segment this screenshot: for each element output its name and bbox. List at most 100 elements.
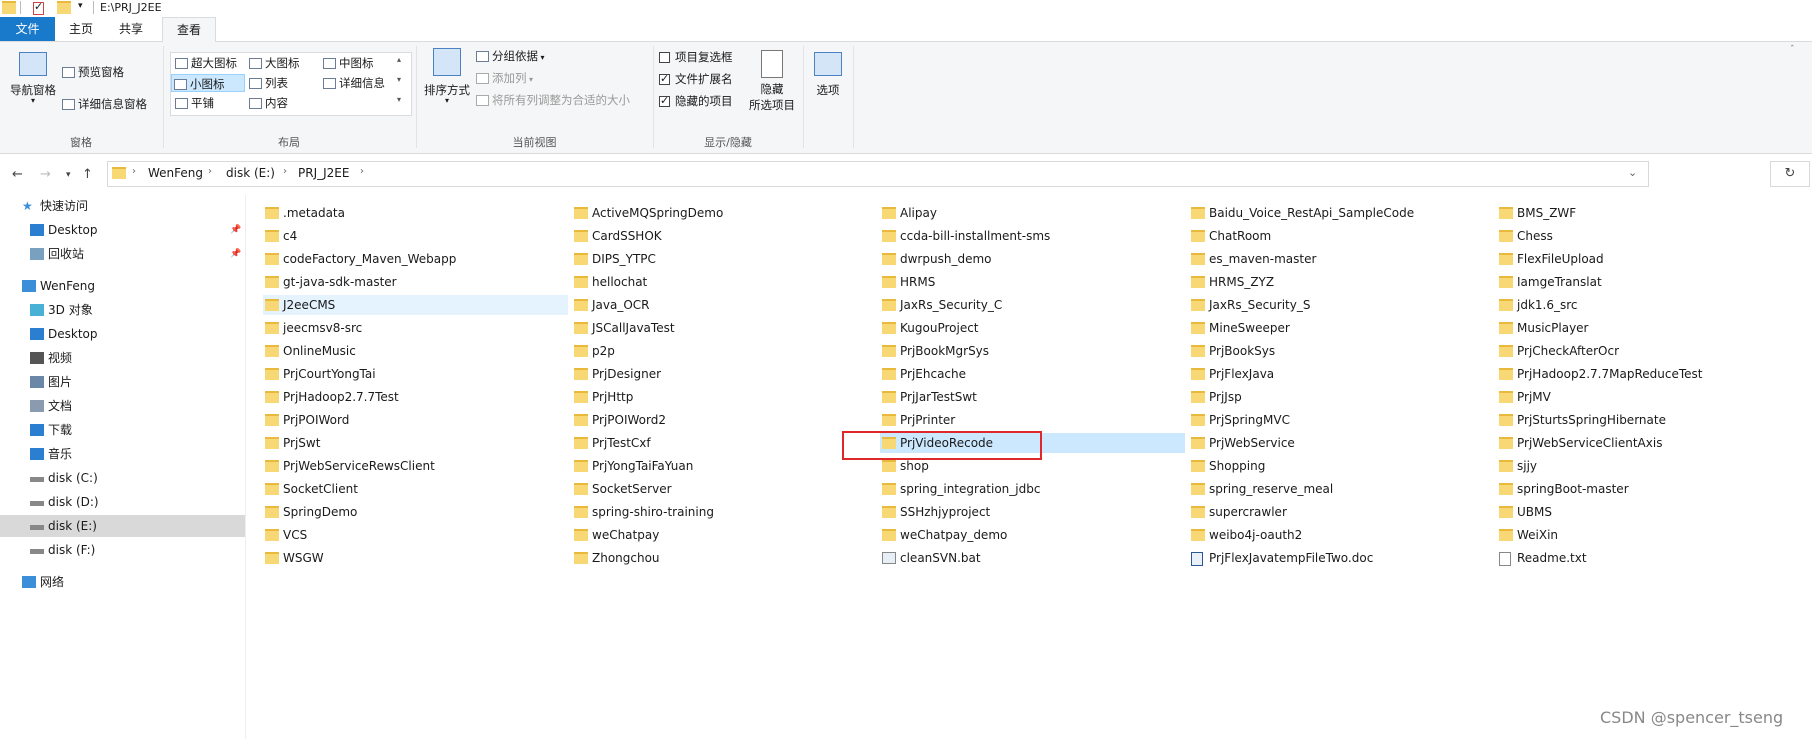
expand-gallery-icon[interactable]: ▾: [397, 95, 401, 104]
tab-home[interactable]: 主页: [58, 17, 104, 41]
file-item[interactable]: Alipay: [880, 203, 1185, 223]
scroll-down-icon[interactable]: ▾: [397, 75, 401, 84]
group-by-button[interactable]: 分组依据 ▾: [476, 48, 545, 64]
file-item[interactable]: SocketClient: [263, 479, 568, 499]
file-item[interactable]: supercrawler: [1189, 502, 1494, 522]
layout-list[interactable]: 列表: [247, 74, 288, 92]
layout-medium-icons[interactable]: 中图标: [321, 54, 374, 72]
file-item[interactable]: IamgeTranslat: [1497, 272, 1802, 292]
file-item[interactable]: DIPS_YTPC: [572, 249, 877, 269]
tab-share[interactable]: 共享: [108, 17, 154, 41]
file-item[interactable]: sjjy: [1497, 456, 1802, 476]
file-item[interactable]: es_maven-master: [1189, 249, 1494, 269]
sidebar-item[interactable]: 图片: [0, 371, 245, 393]
details-pane-button[interactable]: 详细信息窗格: [62, 96, 147, 112]
file-item[interactable]: weibo4j-oauth2: [1189, 525, 1494, 545]
file-item[interactable]: PrjHadoop2.7.7Test: [263, 387, 568, 407]
sidebar-item[interactable]: 音乐: [0, 443, 245, 465]
sidebar-item[interactable]: 网络: [0, 571, 245, 593]
file-item[interactable]: ActiveMQSpringDemo: [572, 203, 877, 223]
file-item[interactable]: PrjJsp: [1189, 387, 1494, 407]
file-item[interactable]: PrjFlexJava: [1189, 364, 1494, 384]
chevron-right-icon[interactable]: ›: [132, 166, 136, 177]
hidden-items-toggle[interactable]: 隐藏的项目: [659, 93, 733, 109]
back-arrow-icon[interactable]: ←: [12, 167, 23, 182]
file-item[interactable]: Zhongchou: [572, 548, 877, 568]
file-item[interactable]: KugouProject: [880, 318, 1185, 338]
file-item[interactable]: ChatRoom: [1189, 226, 1494, 246]
file-item[interactable]: ccda-bill-installment-sms: [880, 226, 1185, 246]
sidebar-item[interactable]: 回收站 📌: [0, 243, 245, 265]
layout-details[interactable]: 详细信息: [321, 74, 385, 92]
address-dropdown-icon[interactable]: ⌄: [1628, 166, 1637, 179]
file-item[interactable]: spring_integration_jdbc: [880, 479, 1185, 499]
address-bar[interactable]: › WenFeng › disk (E:) › PRJ_J2EE › ⌄: [107, 161, 1649, 187]
file-item[interactable]: PrjHadoop2.7.7MapReduceTest: [1497, 364, 1802, 384]
file-item[interactable]: SocketServer: [572, 479, 877, 499]
sidebar-item[interactable]: 视频: [0, 347, 245, 369]
file-item[interactable]: UBMS: [1497, 502, 1802, 522]
file-extensions-toggle[interactable]: 文件扩展名: [659, 71, 733, 87]
file-item[interactable]: Chess: [1497, 226, 1802, 246]
file-item[interactable]: PrjYongTaiFaYuan: [572, 456, 877, 476]
file-item[interactable]: WeiXin: [1497, 525, 1802, 545]
file-item[interactable]: JSCallJavaTest: [572, 318, 877, 338]
item-checkboxes-toggle[interactable]: 项目复选框: [659, 49, 733, 65]
file-item[interactable]: Readme.txt: [1497, 548, 1802, 568]
file-item[interactable]: SSHzhjyproject: [880, 502, 1185, 522]
file-item[interactable]: springBoot-master: [1497, 479, 1802, 499]
customize-toolbar-icon[interactable]: ▾: [78, 1, 83, 14]
scroll-up-icon[interactable]: ▴: [397, 55, 401, 64]
file-item[interactable]: JaxRs_Security_S: [1189, 295, 1494, 315]
sidebar-item[interactable]: ★ 快速访问: [0, 195, 245, 217]
hide-selected-button[interactable]: 隐藏 所选项目: [744, 50, 800, 113]
file-item[interactable]: PrjHttp: [572, 387, 877, 407]
file-item[interactable]: PrjWebServiceClientAxis: [1497, 433, 1802, 453]
file-item[interactable]: weChatpay: [572, 525, 877, 545]
file-item[interactable]: gt-java-sdk-master: [263, 272, 568, 292]
layout-small-icons[interactable]: 小图标: [171, 74, 245, 92]
layout-large-icons[interactable]: 大图标: [247, 54, 300, 72]
file-item[interactable]: CardSSHOK: [572, 226, 877, 246]
sidebar-item[interactable]: disk (D:): [0, 491, 245, 513]
file-item[interactable]: codeFactory_Maven_Webapp: [263, 249, 568, 269]
file-item[interactable]: SpringDemo: [263, 502, 568, 522]
file-item[interactable]: HRMS: [880, 272, 1185, 292]
file-item[interactable]: PrjSturtsSpringHibernate: [1497, 410, 1802, 430]
file-item[interactable]: weChatpay_demo: [880, 525, 1185, 545]
layout-extra-large-icons[interactable]: 超大图标: [173, 54, 237, 72]
pin-icon[interactable]: 📌: [230, 243, 241, 265]
file-item[interactable]: PrjPOIWord: [263, 410, 568, 430]
file-item[interactable]: BMS_ZWF: [1497, 203, 1802, 223]
layout-tiles[interactable]: 平铺: [173, 94, 214, 112]
file-item[interactable]: PrjPOIWord2: [572, 410, 877, 430]
sidebar-item[interactable]: 下载: [0, 419, 245, 441]
file-item[interactable]: PrjBookSys: [1189, 341, 1494, 361]
item-checkboxes-checkbox[interactable]: [659, 52, 670, 63]
file-item[interactable]: spring-shiro-training: [572, 502, 877, 522]
file-item[interactable]: Java_OCR: [572, 295, 877, 315]
breadcrumb-prj-j2ee[interactable]: PRJ_J2EE: [298, 166, 349, 180]
sidebar-item[interactable]: 3D 对象: [0, 299, 245, 321]
file-item[interactable]: HRMS_ZYZ: [1189, 272, 1494, 292]
file-item[interactable]: jeecmsv8-src: [263, 318, 568, 338]
breadcrumb-disk-e[interactable]: disk (E:): [226, 166, 275, 180]
properties-icon[interactable]: [33, 0, 44, 15]
sidebar-item[interactable]: Desktop 📌: [0, 219, 245, 241]
file-item[interactable]: MusicPlayer: [1497, 318, 1802, 338]
file-item[interactable]: FlexFileUpload: [1497, 249, 1802, 269]
refresh-button[interactable]: ↻: [1770, 161, 1810, 187]
file-item[interactable]: PrjMV: [1497, 387, 1802, 407]
new-folder-icon[interactable]: [57, 1, 71, 14]
file-item[interactable]: PrjDesigner: [572, 364, 877, 384]
file-item[interactable]: spring_reserve_meal: [1189, 479, 1494, 499]
file-item[interactable]: hellochat: [572, 272, 877, 292]
options-button[interactable]: 选项: [808, 52, 848, 98]
file-item[interactable]: PrjJarTestSwt: [880, 387, 1185, 407]
add-column-button[interactable]: 添加列 ▾: [476, 70, 533, 86]
recent-locations-icon[interactable]: ▾: [66, 170, 71, 180]
file-item[interactable]: PrjCourtYongTai: [263, 364, 568, 384]
sidebar-item[interactable]: WenFeng: [0, 275, 245, 297]
chevron-right-icon[interactable]: ›: [283, 166, 287, 177]
file-item[interactable]: PrjTestCxf: [572, 433, 877, 453]
